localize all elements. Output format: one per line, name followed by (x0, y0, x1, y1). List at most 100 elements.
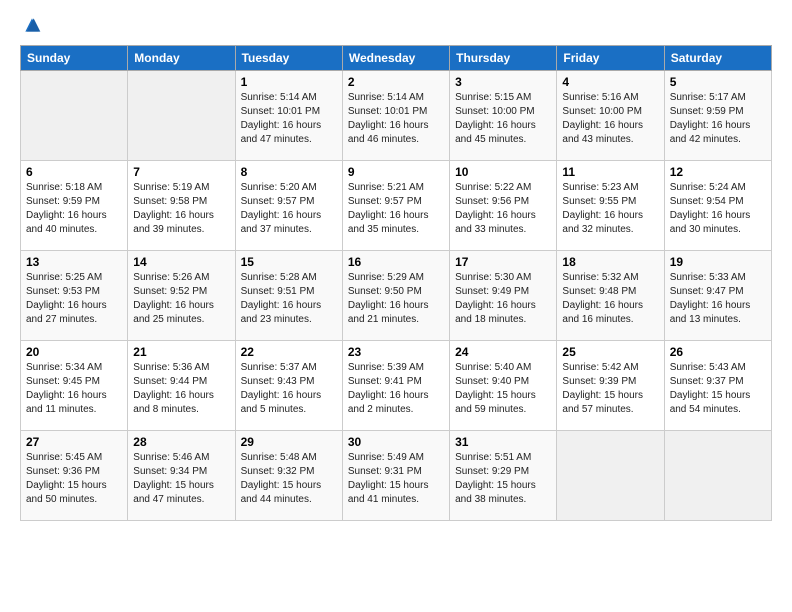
calendar-cell: 25 Sunrise: 5:42 AMSunset: 9:39 PMDayligh… (557, 341, 664, 431)
calendar-cell: 6 Sunrise: 5:18 AMSunset: 9:59 PMDaylight… (21, 161, 128, 251)
day-detail: Sunrise: 5:25 AMSunset: 9:53 PMDaylight:… (26, 271, 122, 327)
day-detail: Sunrise: 5:14 AMSunset: 10:01 PMDaylight… (348, 91, 444, 147)
day-detail: Sunrise: 5:14 AMSunset: 10:01 PMDaylight… (241, 91, 337, 147)
day-number: 3 (455, 75, 551, 89)
day-number: 8 (241, 165, 337, 179)
weekday-header-thursday: Thursday (450, 46, 557, 71)
day-number: 18 (562, 255, 658, 269)
day-number: 9 (348, 165, 444, 179)
header (20, 15, 772, 35)
weekday-header-saturday: Saturday (664, 46, 771, 71)
day-number: 26 (670, 345, 766, 359)
calendar-cell: 16Sunrise: 5:29 AMSunset: 9:50 PMDayligh… (342, 251, 449, 341)
calendar-table: SundayMondayTuesdayWednesdayThursdayFrid… (20, 45, 772, 521)
day-detail: Sunrise: 5:23 AMSunset: 9:55 PMDaylight:… (562, 181, 658, 237)
day-number: 31 (455, 435, 551, 449)
weekday-header-row: SundayMondayTuesdayWednesdayThursdayFrid… (21, 46, 772, 71)
day-number: 11 (562, 165, 658, 179)
day-number: 22 (241, 345, 337, 359)
day-number: 19 (670, 255, 766, 269)
calendar-week-row: 1 Sunrise: 5:14 AMSunset: 10:01 PMDayligh… (21, 71, 772, 161)
weekday-header-monday: Monday (128, 46, 235, 71)
day-number: 2 (348, 75, 444, 89)
weekday-header-tuesday: Tuesday (235, 46, 342, 71)
day-detail: Sunrise: 5:22 AMSunset: 9:56 PMDaylight:… (455, 181, 551, 237)
calendar-cell: 2 Sunrise: 5:14 AMSunset: 10:01 PMDayligh… (342, 71, 449, 161)
day-number: 25 (562, 345, 658, 359)
calendar-cell: 18 Sunrise: 5:32 AMSunset: 9:48 PMDayligh… (557, 251, 664, 341)
day-detail: Sunrise: 5:16 AMSunset: 10:00 PMDaylight… (562, 91, 658, 147)
day-number: 30 (348, 435, 444, 449)
calendar-cell: 24 Sunrise: 5:40 AMSunset: 9:40 PMDayligh… (450, 341, 557, 431)
day-number: 14 (133, 255, 229, 269)
calendar-cell: 19 Sunrise: 5:33 AMSunset: 9:47 PMDayligh… (664, 251, 771, 341)
calendar-cell: 5 Sunrise: 5:17 AMSunset: 9:59 PMDaylight… (664, 71, 771, 161)
calendar-cell: 22 Sunrise: 5:37 AMSunset: 9:43 PMDayligh… (235, 341, 342, 431)
calendar-week-row: 20 Sunrise: 5:34 AMSunset: 9:45 PMDayligh… (21, 341, 772, 431)
day-number: 7 (133, 165, 229, 179)
day-detail: Sunrise: 5:26 AMSunset: 9:52 PMDaylight:… (133, 271, 229, 327)
day-number: 5 (670, 75, 766, 89)
calendar-cell: 31 Sunrise: 5:51 AMSunset: 9:29 PMDayligh… (450, 431, 557, 521)
day-number: 24 (455, 345, 551, 359)
calendar-week-row: 27 Sunrise: 5:45 AMSunset: 9:36 PMDayligh… (21, 431, 772, 521)
day-detail: Sunrise: 5:42 AMSunset: 9:39 PMDaylight:… (562, 361, 658, 417)
calendar-cell: 21 Sunrise: 5:36 AMSunset: 9:44 PMDayligh… (128, 341, 235, 431)
day-number: 17 (455, 255, 551, 269)
logo (20, 15, 42, 35)
day-number: 27 (26, 435, 122, 449)
day-detail: Sunrise: 5:29 AMSunset: 9:50 PMDaylight:… (348, 271, 444, 327)
day-detail: Sunrise: 5:18 AMSunset: 9:59 PMDaylight:… (26, 181, 122, 237)
day-detail: Sunrise: 5:30 AMSunset: 9:49 PMDaylight:… (455, 271, 551, 327)
day-detail: Sunrise: 5:24 AMSunset: 9:54 PMDaylight:… (670, 181, 766, 237)
day-detail: Sunrise: 5:36 AMSunset: 9:44 PMDaylight:… (133, 361, 229, 417)
day-detail: Sunrise: 5:19 AMSunset: 9:58 PMDaylight:… (133, 181, 229, 237)
day-number: 1 (241, 75, 337, 89)
calendar-cell: 1 Sunrise: 5:14 AMSunset: 10:01 PMDayligh… (235, 71, 342, 161)
day-number: 4 (562, 75, 658, 89)
calendar-cell: 3 Sunrise: 5:15 AMSunset: 10:00 PMDayligh… (450, 71, 557, 161)
day-detail: Sunrise: 5:33 AMSunset: 9:47 PMDaylight:… (670, 271, 766, 327)
day-detail: Sunrise: 5:28 AMSunset: 9:51 PMDaylight:… (241, 271, 337, 327)
day-detail: Sunrise: 5:20 AMSunset: 9:57 PMDaylight:… (241, 181, 337, 237)
day-detail: Sunrise: 5:46 AMSunset: 9:34 PMDaylight:… (133, 451, 229, 507)
day-detail: Sunrise: 5:15 AMSunset: 10:00 PMDaylight… (455, 91, 551, 147)
calendar-cell: 30Sunrise: 5:49 AMSunset: 9:31 PMDayligh… (342, 431, 449, 521)
day-detail: Sunrise: 5:32 AMSunset: 9:48 PMDaylight:… (562, 271, 658, 327)
calendar-week-row: 6 Sunrise: 5:18 AMSunset: 9:59 PMDaylight… (21, 161, 772, 251)
day-number: 20 (26, 345, 122, 359)
calendar-cell: 15Sunrise: 5:28 AMSunset: 9:51 PMDayligh… (235, 251, 342, 341)
weekday-header-friday: Friday (557, 46, 664, 71)
day-number: 23 (348, 345, 444, 359)
day-detail: Sunrise: 5:40 AMSunset: 9:40 PMDaylight:… (455, 361, 551, 417)
day-number: 21 (133, 345, 229, 359)
weekday-header-wednesday: Wednesday (342, 46, 449, 71)
day-detail: Sunrise: 5:34 AMSunset: 9:45 PMDaylight:… (26, 361, 122, 417)
calendar-cell: 9 Sunrise: 5:21 AMSunset: 9:57 PMDaylight… (342, 161, 449, 251)
calendar-cell: 13 Sunrise: 5:25 AMSunset: 9:53 PMDayligh… (21, 251, 128, 341)
day-number: 6 (26, 165, 122, 179)
calendar-cell: 4 Sunrise: 5:16 AMSunset: 10:00 PMDayligh… (557, 71, 664, 161)
day-number: 28 (133, 435, 229, 449)
calendar-cell (664, 431, 771, 521)
calendar-cell: 7 Sunrise: 5:19 AMSunset: 9:58 PMDaylight… (128, 161, 235, 251)
calendar-week-row: 13 Sunrise: 5:25 AMSunset: 9:53 PMDayligh… (21, 251, 772, 341)
day-number: 10 (455, 165, 551, 179)
day-detail: Sunrise: 5:45 AMSunset: 9:36 PMDaylight:… (26, 451, 122, 507)
calendar-cell: 26Sunrise: 5:43 AMSunset: 9:37 PMDayligh… (664, 341, 771, 431)
day-detail: Sunrise: 5:37 AMSunset: 9:43 PMDaylight:… (241, 361, 337, 417)
day-number: 12 (670, 165, 766, 179)
day-number: 13 (26, 255, 122, 269)
day-detail: Sunrise: 5:51 AMSunset: 9:29 PMDaylight:… (455, 451, 551, 507)
day-detail: Sunrise: 5:21 AMSunset: 9:57 PMDaylight:… (348, 181, 444, 237)
calendar-cell (128, 71, 235, 161)
calendar-cell: 28 Sunrise: 5:46 AMSunset: 9:34 PMDayligh… (128, 431, 235, 521)
calendar-cell (557, 431, 664, 521)
day-number: 29 (241, 435, 337, 449)
calendar-cell: 23 Sunrise: 5:39 AMSunset: 9:41 PMDayligh… (342, 341, 449, 431)
calendar-cell: 17 Sunrise: 5:30 AMSunset: 9:49 PMDayligh… (450, 251, 557, 341)
weekday-header-sunday: Sunday (21, 46, 128, 71)
day-detail: Sunrise: 5:17 AMSunset: 9:59 PMDaylight:… (670, 91, 766, 147)
day-detail: Sunrise: 5:39 AMSunset: 9:41 PMDaylight:… (348, 361, 444, 417)
calendar-cell: 29Sunrise: 5:48 AMSunset: 9:32 PMDayligh… (235, 431, 342, 521)
